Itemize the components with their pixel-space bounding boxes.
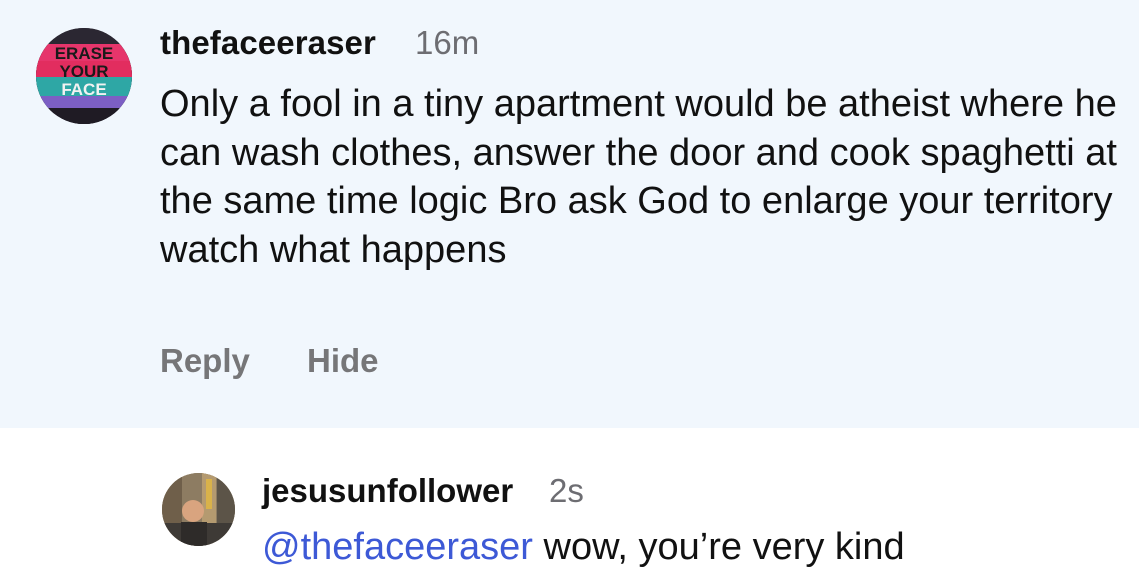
reply-button[interactable]: Reply — [160, 342, 250, 380]
comment-text: Only a fool in a tiny apartment would be… — [160, 83, 1117, 271]
hide-button[interactable]: Hide — [307, 342, 379, 380]
reply-timestamp: 2s — [549, 472, 584, 509]
svg-text:YOUR: YOUR — [59, 62, 108, 81]
avatar[interactable]: ERASE YOUR FACE — [36, 28, 132, 124]
erase-your-face-logo-icon: ERASE YOUR FACE — [36, 28, 132, 124]
comment-timestamp: 16m — [415, 24, 480, 61]
svg-text:ERASE: ERASE — [55, 44, 114, 63]
reply-username[interactable]: jesusunfollower — [262, 472, 513, 510]
mention-link[interactable]: @thefaceeraser — [262, 526, 533, 568]
reply-avatar[interactable] — [162, 473, 235, 546]
reply-text: @thefaceeraser wow, you’re very kind — [262, 526, 905, 569]
user-photo-avatar-icon — [162, 473, 235, 546]
svg-text:FACE: FACE — [61, 80, 106, 99]
comment-username[interactable]: thefaceeraser — [160, 24, 376, 62]
reply-body: wow, you’re very kind — [532, 526, 905, 568]
